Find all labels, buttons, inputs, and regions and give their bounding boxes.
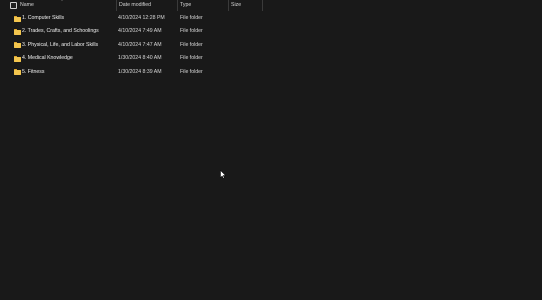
folder-name[interactable]: 3. Physical, Life, and Labor Skills — [22, 39, 98, 52]
folder-icon — [14, 55, 21, 62]
column-divider[interactable] — [177, 0, 178, 11]
column-header-type[interactable]: Type — [180, 0, 191, 11]
folder-name[interactable]: 5. Fitness — [22, 66, 45, 79]
column-divider[interactable] — [116, 0, 117, 11]
folder-row[interactable]: 4. Medical Knowledge 1/30/2024 8:40 AM F… — [0, 52, 542, 65]
date-modified: 1/30/2024 8:40 AM — [118, 55, 162, 62]
date-modified: 1/30/2024 8:39 AM — [118, 68, 162, 75]
date-modified: 4/10/2024 7:49 AM — [118, 28, 162, 35]
column-header-row: Name ^ Date modified Type Size — [0, 0, 542, 11]
item-type: File folder — [180, 15, 203, 21]
date-modified: 4/10/2024 12:28 PM — [118, 15, 165, 21]
folder-icon — [14, 28, 21, 35]
folder-icon — [14, 15, 21, 22]
date-modified: 4/10/2024 7:47 AM — [118, 41, 162, 48]
file-explorer-list-view: Name ^ Date modified Type Size 1. Comput… — [0, 0, 542, 300]
select-all-checkbox[interactable] — [10, 2, 17, 9]
column-header-date-modified[interactable]: Date modified — [119, 0, 151, 11]
folder-name[interactable]: 4. Medical Knowledge — [22, 52, 73, 65]
sort-indicator-icon: ^ — [61, 0, 63, 3]
item-type: File folder — [180, 28, 203, 35]
folder-name[interactable]: 2. Trades, Crafts, and Schoolings — [22, 25, 99, 38]
folder-name[interactable]: 1. Computer Skills — [22, 12, 64, 25]
folder-icon — [14, 69, 21, 76]
column-header-size[interactable]: Size — [231, 0, 241, 11]
column-header-name[interactable]: Name — [20, 0, 34, 11]
column-divider[interactable] — [228, 0, 229, 11]
item-type: File folder — [180, 68, 203, 75]
folder-row[interactable]: 5. Fitness 1/30/2024 8:39 AM File folder — [0, 66, 542, 79]
folder-row[interactable]: 3. Physical, Life, and Labor Skills 4/10… — [0, 39, 542, 52]
mouse-cursor-icon — [220, 166, 227, 179]
item-type: File folder — [180, 55, 203, 62]
folder-row[interactable]: 2. Trades, Crafts, and Schoolings 4/10/2… — [0, 25, 542, 38]
folder-icon — [14, 42, 21, 49]
column-divider[interactable] — [262, 0, 263, 11]
folder-row[interactable]: 1. Computer Skills 4/10/2024 12:28 PM Fi… — [0, 12, 542, 25]
file-list: 1. Computer Skills 4/10/2024 12:28 PM Fi… — [0, 12, 542, 79]
item-type: File folder — [180, 41, 203, 48]
